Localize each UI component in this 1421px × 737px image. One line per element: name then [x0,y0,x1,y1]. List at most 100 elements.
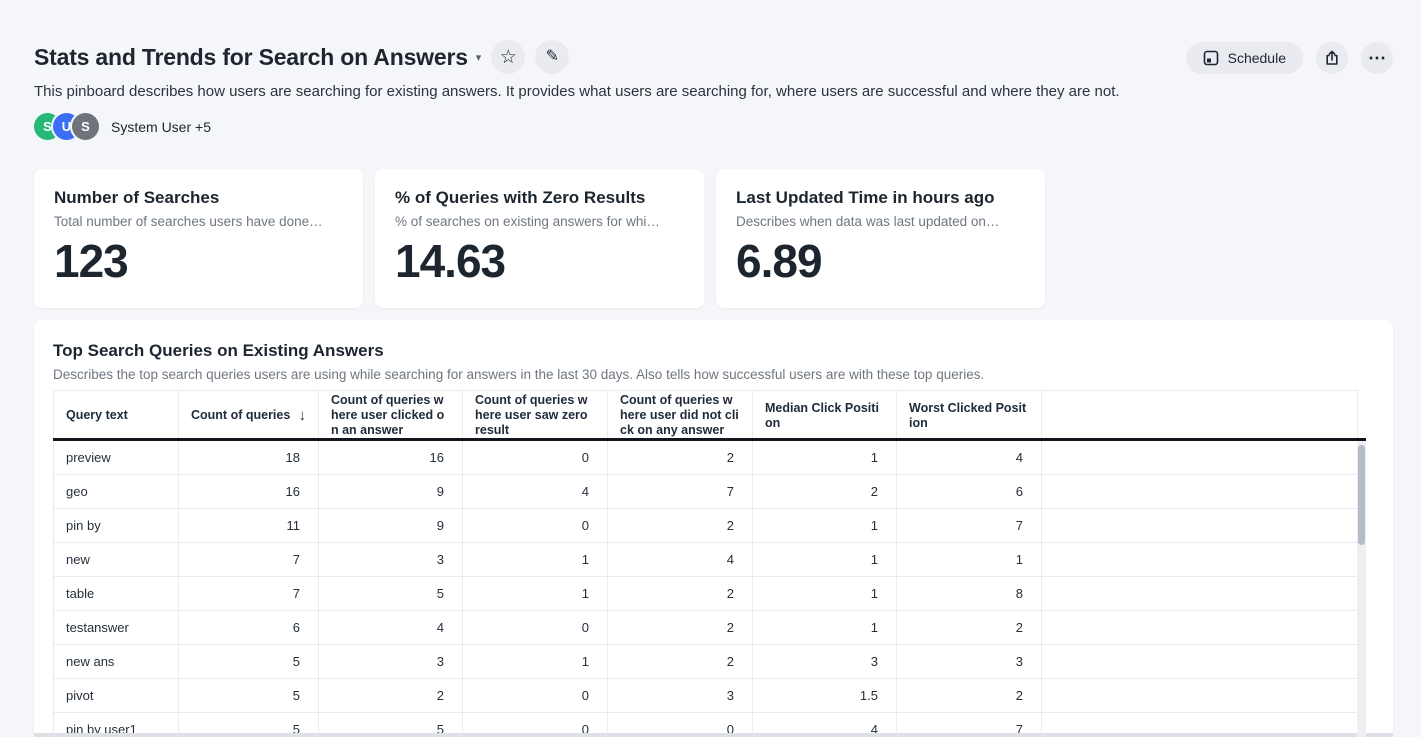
value-cell: 4 [608,543,753,577]
value-cell: 3 [897,645,1042,679]
column-header-query-text[interactable]: Query text [54,391,179,441]
value-cell: 1 [753,611,897,645]
kpi-title: Number of Searches [54,188,343,208]
column-header-count-of-queries[interactable]: Count of queries ↓ [179,391,319,441]
table-section-title: Top Search Queries on Existing Answers [53,341,1374,361]
value-cell: 1 [753,441,897,475]
query-text-cell: pin by [54,509,179,543]
column-header-clicked-on-answer[interactable]: Count of queries where user clicked on a… [319,391,463,441]
vertical-scrollbar[interactable] [1357,441,1366,737]
query-text-cell: pivot [54,679,179,713]
pinboard-header: Stats and Trends for Search on Answers ▾… [0,0,1421,140]
empty-cell [1042,543,1358,577]
header-left: Stats and Trends for Search on Answers ▾… [34,40,1120,140]
table-row[interactable]: pivot52031.52 [54,679,1358,713]
value-cell: 11 [179,509,319,543]
kpi-value: 14.63 [395,234,684,288]
value-cell: 7 [608,475,753,509]
value-cell: 2 [608,645,753,679]
value-cell: 1.5 [753,679,897,713]
share-icon [1324,50,1340,66]
value-cell: 0 [463,679,608,713]
value-cell: 2 [319,679,463,713]
pencil-icon: ✎ [546,49,559,65]
value-cell: 2 [608,577,753,611]
value-cell: 7 [179,543,319,577]
table-row[interactable]: pin by1190217 [54,509,1358,543]
value-cell: 2 [608,611,753,645]
query-text-cell: new ans [54,645,179,679]
table-row[interactable]: geo1694726 [54,475,1358,509]
table-row[interactable]: testanswer640212 [54,611,1358,645]
query-text-cell: testanswer [54,611,179,645]
pinboard-page: Stats and Trends for Search on Answers ▾… [0,0,1421,737]
table-row[interactable]: preview18160214 [54,441,1358,475]
vertical-scrollbar-thumb[interactable] [1358,445,1365,545]
page-title: Stats and Trends for Search on Answers [34,44,468,71]
favorite-button[interactable]: ☆ [491,40,525,74]
value-cell: 4 [897,441,1042,475]
column-header-saw-zero-result[interactable]: Count of queries where user saw zero res… [463,391,608,441]
table-container: Query text Count of queries ↓ Count of q… [53,390,1366,737]
value-cell: 9 [319,475,463,509]
kpi-card-number-of-searches[interactable]: Number of Searches Total number of searc… [34,169,363,308]
table-row[interactable]: new ans531233 [54,645,1358,679]
table-header-underline [53,438,1366,441]
empty-cell [1042,645,1358,679]
value-cell: 16 [319,441,463,475]
table-row[interactable]: new731411 [54,543,1358,577]
value-cell: 18 [179,441,319,475]
edit-button[interactable]: ✎ [535,40,569,74]
avatar[interactable]: S [72,113,99,140]
value-cell: 6 [179,611,319,645]
query-text-cell: preview [54,441,179,475]
empty-cell [1042,611,1358,645]
schedule-calendar-icon [1203,50,1219,66]
value-cell: 0 [463,611,608,645]
authors-label[interactable]: System User +5 [111,119,211,135]
value-cell: 0 [463,509,608,543]
schedule-button[interactable]: Schedule [1186,42,1303,74]
kpi-card-zero-results[interactable]: % of Queries with Zero Results % of sear… [375,169,704,308]
sort-descending-icon: ↓ [293,408,307,423]
schedule-label: Schedule [1228,50,1286,66]
value-cell: 1 [753,543,897,577]
column-header-did-not-click[interactable]: Count of queries where user did not clic… [608,391,753,441]
value-cell: 7 [897,509,1042,543]
kpi-subtitle: % of searches on existing answers for wh… [395,214,684,229]
value-cell: 5 [179,679,319,713]
value-cell: 2 [608,509,753,543]
column-header-median-click-position[interactable]: Median Click Position [753,391,897,441]
value-cell: 1 [463,645,608,679]
star-icon: ☆ [500,48,517,67]
ellipsis-icon: ⋯ [1368,49,1386,67]
share-button[interactable] [1316,42,1348,74]
horizontal-scrollbar[interactable] [34,733,1393,737]
query-text-cell: geo [54,475,179,509]
pinboard-description: This pinboard describes how users are se… [34,83,1120,100]
kpi-title: Last Updated Time in hours ago [736,188,1025,208]
value-cell: 4 [319,611,463,645]
value-cell: 7 [179,577,319,611]
value-cell: 6 [897,475,1042,509]
kpi-card-last-updated[interactable]: Last Updated Time in hours ago Describes… [716,169,1045,308]
kpi-value: 6.89 [736,234,1025,288]
table-row[interactable]: table751218 [54,577,1358,611]
title-dropdown-caret-icon[interactable]: ▾ [476,51,482,64]
value-cell: 3 [753,645,897,679]
empty-cell [1042,577,1358,611]
value-cell: 3 [319,543,463,577]
kpi-value: 123 [54,234,343,288]
kpi-row: Number of Searches Total number of searc… [34,169,1421,308]
empty-cell [1042,441,1358,475]
column-header-worst-clicked-position[interactable]: Worst Clicked Position [897,391,1042,441]
value-cell: 3 [319,645,463,679]
kpi-title: % of Queries with Zero Results [395,188,684,208]
value-cell: 3 [608,679,753,713]
more-options-button[interactable]: ⋯ [1361,42,1393,74]
empty-cell [1042,475,1358,509]
value-cell: 2 [897,611,1042,645]
empty-cell [1042,679,1358,713]
header-actions: Schedule ⋯ [1186,40,1393,140]
value-cell: 4 [463,475,608,509]
